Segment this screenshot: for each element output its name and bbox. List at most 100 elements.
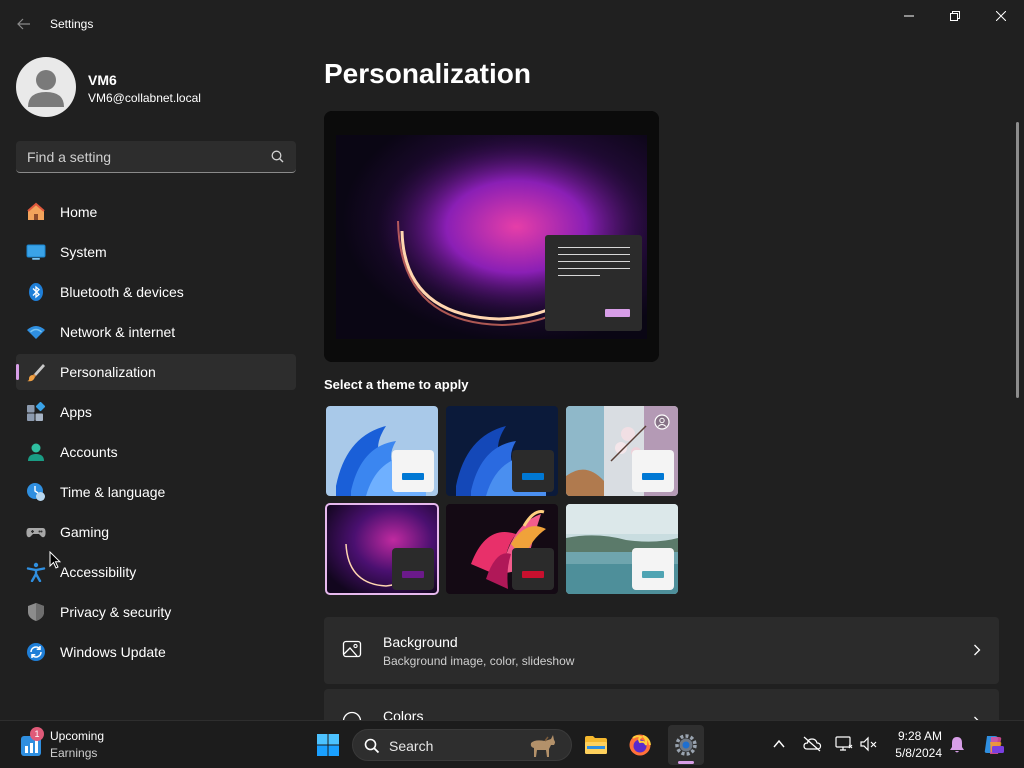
sidebar-item-label: Bluetooth & devices	[60, 284, 184, 300]
settings-taskbar-button[interactable]	[668, 725, 704, 765]
settings-app-icon	[675, 734, 697, 756]
sidebar-item-system[interactable]: System	[16, 234, 296, 270]
volume-muted-icon[interactable]	[860, 736, 878, 752]
theme-windows-dark[interactable]	[446, 406, 558, 496]
shield-icon	[26, 602, 46, 622]
system-icon	[26, 242, 46, 262]
accessibility-icon	[26, 562, 46, 582]
avatar[interactable]	[16, 57, 76, 117]
colors-setting-card[interactable]: Colors	[324, 689, 999, 720]
page-title: Personalization	[324, 58, 531, 89]
theme-section-heading: Select a theme to apply	[324, 377, 469, 392]
gaming-icon	[26, 522, 46, 542]
cloud-off-icon[interactable]	[802, 736, 822, 752]
card-title: Background	[383, 634, 458, 650]
chevron-right-icon	[974, 644, 981, 656]
sidebar-item-time-language[interactable]: Time & language	[16, 474, 296, 510]
sidebar-nav: Home System Bluetooth & devices Network …	[16, 194, 296, 674]
file-explorer-icon	[585, 736, 607, 754]
user-name: VM6	[88, 72, 117, 88]
weather-title: Upcoming	[50, 729, 105, 743]
back-arrow-icon	[17, 18, 30, 30]
title-bar: Settings	[0, 0, 1024, 48]
start-button[interactable]	[312, 729, 344, 761]
sidebar-item-accounts[interactable]: Accounts	[16, 434, 296, 470]
back-button[interactable]	[10, 10, 38, 38]
theme-grid	[324, 404, 680, 598]
vertical-scrollbar[interactable]	[1016, 122, 1019, 398]
sidebar-item-label: Accessibility	[60, 564, 137, 580]
sidebar-item-label: Windows Update	[60, 644, 166, 660]
notification-bell-icon[interactable]	[949, 736, 965, 754]
sidebar-item-apps[interactable]: Apps	[16, 394, 296, 430]
theme-glow[interactable]	[325, 503, 439, 595]
weather-subtitle: Earnings	[50, 746, 98, 760]
card-title: Colors	[383, 708, 424, 720]
sidebar-item-label: Gaming	[60, 524, 110, 540]
sidebar-item-network[interactable]: Network & internet	[16, 314, 296, 350]
sidebar-item-label: Accounts	[60, 444, 118, 460]
sidebar-item-label: Privacy & security	[60, 604, 172, 620]
theme-windows-light[interactable]	[326, 406, 438, 496]
sidebar-item-label: System	[60, 244, 107, 260]
minimize-button[interactable]	[886, 0, 932, 32]
time-language-icon	[26, 482, 46, 502]
theme-flow[interactable]	[566, 504, 678, 594]
bluetooth-icon	[26, 282, 46, 302]
sidebar-item-gaming[interactable]: Gaming	[16, 514, 296, 550]
update-icon	[26, 642, 46, 662]
sidebar-item-label: Home	[60, 204, 98, 220]
mouse-cursor-icon	[49, 551, 61, 569]
card-subtitle: Background image, color, slideshow	[383, 654, 575, 668]
home-icon	[26, 202, 46, 222]
restore-button[interactable]	[932, 0, 978, 32]
sidebar-item-label: Network & internet	[60, 324, 176, 340]
theme-captured-motion[interactable]	[446, 504, 558, 594]
image-icon	[342, 640, 362, 658]
brush-icon	[26, 362, 46, 382]
taskbar-search[interactable]: Search	[352, 729, 572, 761]
sidebar-item-privacy-security[interactable]: Privacy & security	[16, 594, 296, 630]
sidebar-item-home[interactable]: Home	[16, 194, 296, 230]
minimize-icon	[904, 15, 914, 17]
theme-preview	[324, 111, 659, 362]
theme-spotlight[interactable]	[566, 406, 678, 496]
spotlight-badge-icon	[654, 414, 670, 430]
settings-search[interactable]	[16, 141, 296, 173]
background-setting-card[interactable]: Background Background image, color, slid…	[324, 617, 999, 684]
sidebar-item-personalization[interactable]: Personalization	[16, 354, 296, 390]
search-highlight-donkey-icon	[530, 735, 555, 757]
accounts-icon	[26, 442, 46, 462]
clock-date[interactable]: 5/8/2024	[890, 746, 942, 760]
close-button[interactable]	[978, 0, 1024, 32]
search-input[interactable]	[16, 141, 296, 172]
app-title: Settings	[50, 17, 94, 31]
close-icon	[996, 11, 1006, 21]
user-email: VM6@collabnet.local	[88, 91, 201, 105]
weather-widget[interactable]: 1 Upcoming Earnings	[14, 727, 114, 763]
sidebar-item-bluetooth[interactable]: Bluetooth & devices	[16, 274, 296, 310]
taskbar-search-label: Search	[389, 738, 434, 754]
firefox-button[interactable]	[624, 729, 656, 761]
network-tray-icon[interactable]	[835, 736, 853, 752]
sidebar-item-label: Apps	[60, 404, 92, 420]
file-explorer-button[interactable]	[580, 729, 612, 761]
search-icon	[271, 150, 284, 163]
start-icon	[317, 734, 339, 756]
clock-time[interactable]: 9:28 AM	[894, 729, 942, 743]
sidebar-item-windows-update[interactable]: Windows Update	[16, 634, 296, 670]
chevron-up-icon[interactable]	[773, 739, 785, 749]
sidebar-item-label: Time & language	[60, 484, 166, 500]
copilot-button[interactable]	[980, 731, 1006, 759]
palette-icon	[342, 711, 362, 720]
active-app-indicator	[678, 761, 694, 764]
preview-wallpaper	[324, 111, 659, 362]
network-icon	[26, 322, 46, 342]
apps-icon	[26, 402, 46, 422]
user-silhouette-icon	[28, 70, 64, 107]
firefox-icon	[629, 734, 651, 756]
sidebar-item-label: Personalization	[60, 364, 156, 380]
search-icon	[364, 738, 380, 754]
weather-badge: 1	[30, 727, 44, 741]
taskbar: 1 Upcoming Earnings Search 9:28 AM 5/8/2…	[0, 720, 1024, 768]
